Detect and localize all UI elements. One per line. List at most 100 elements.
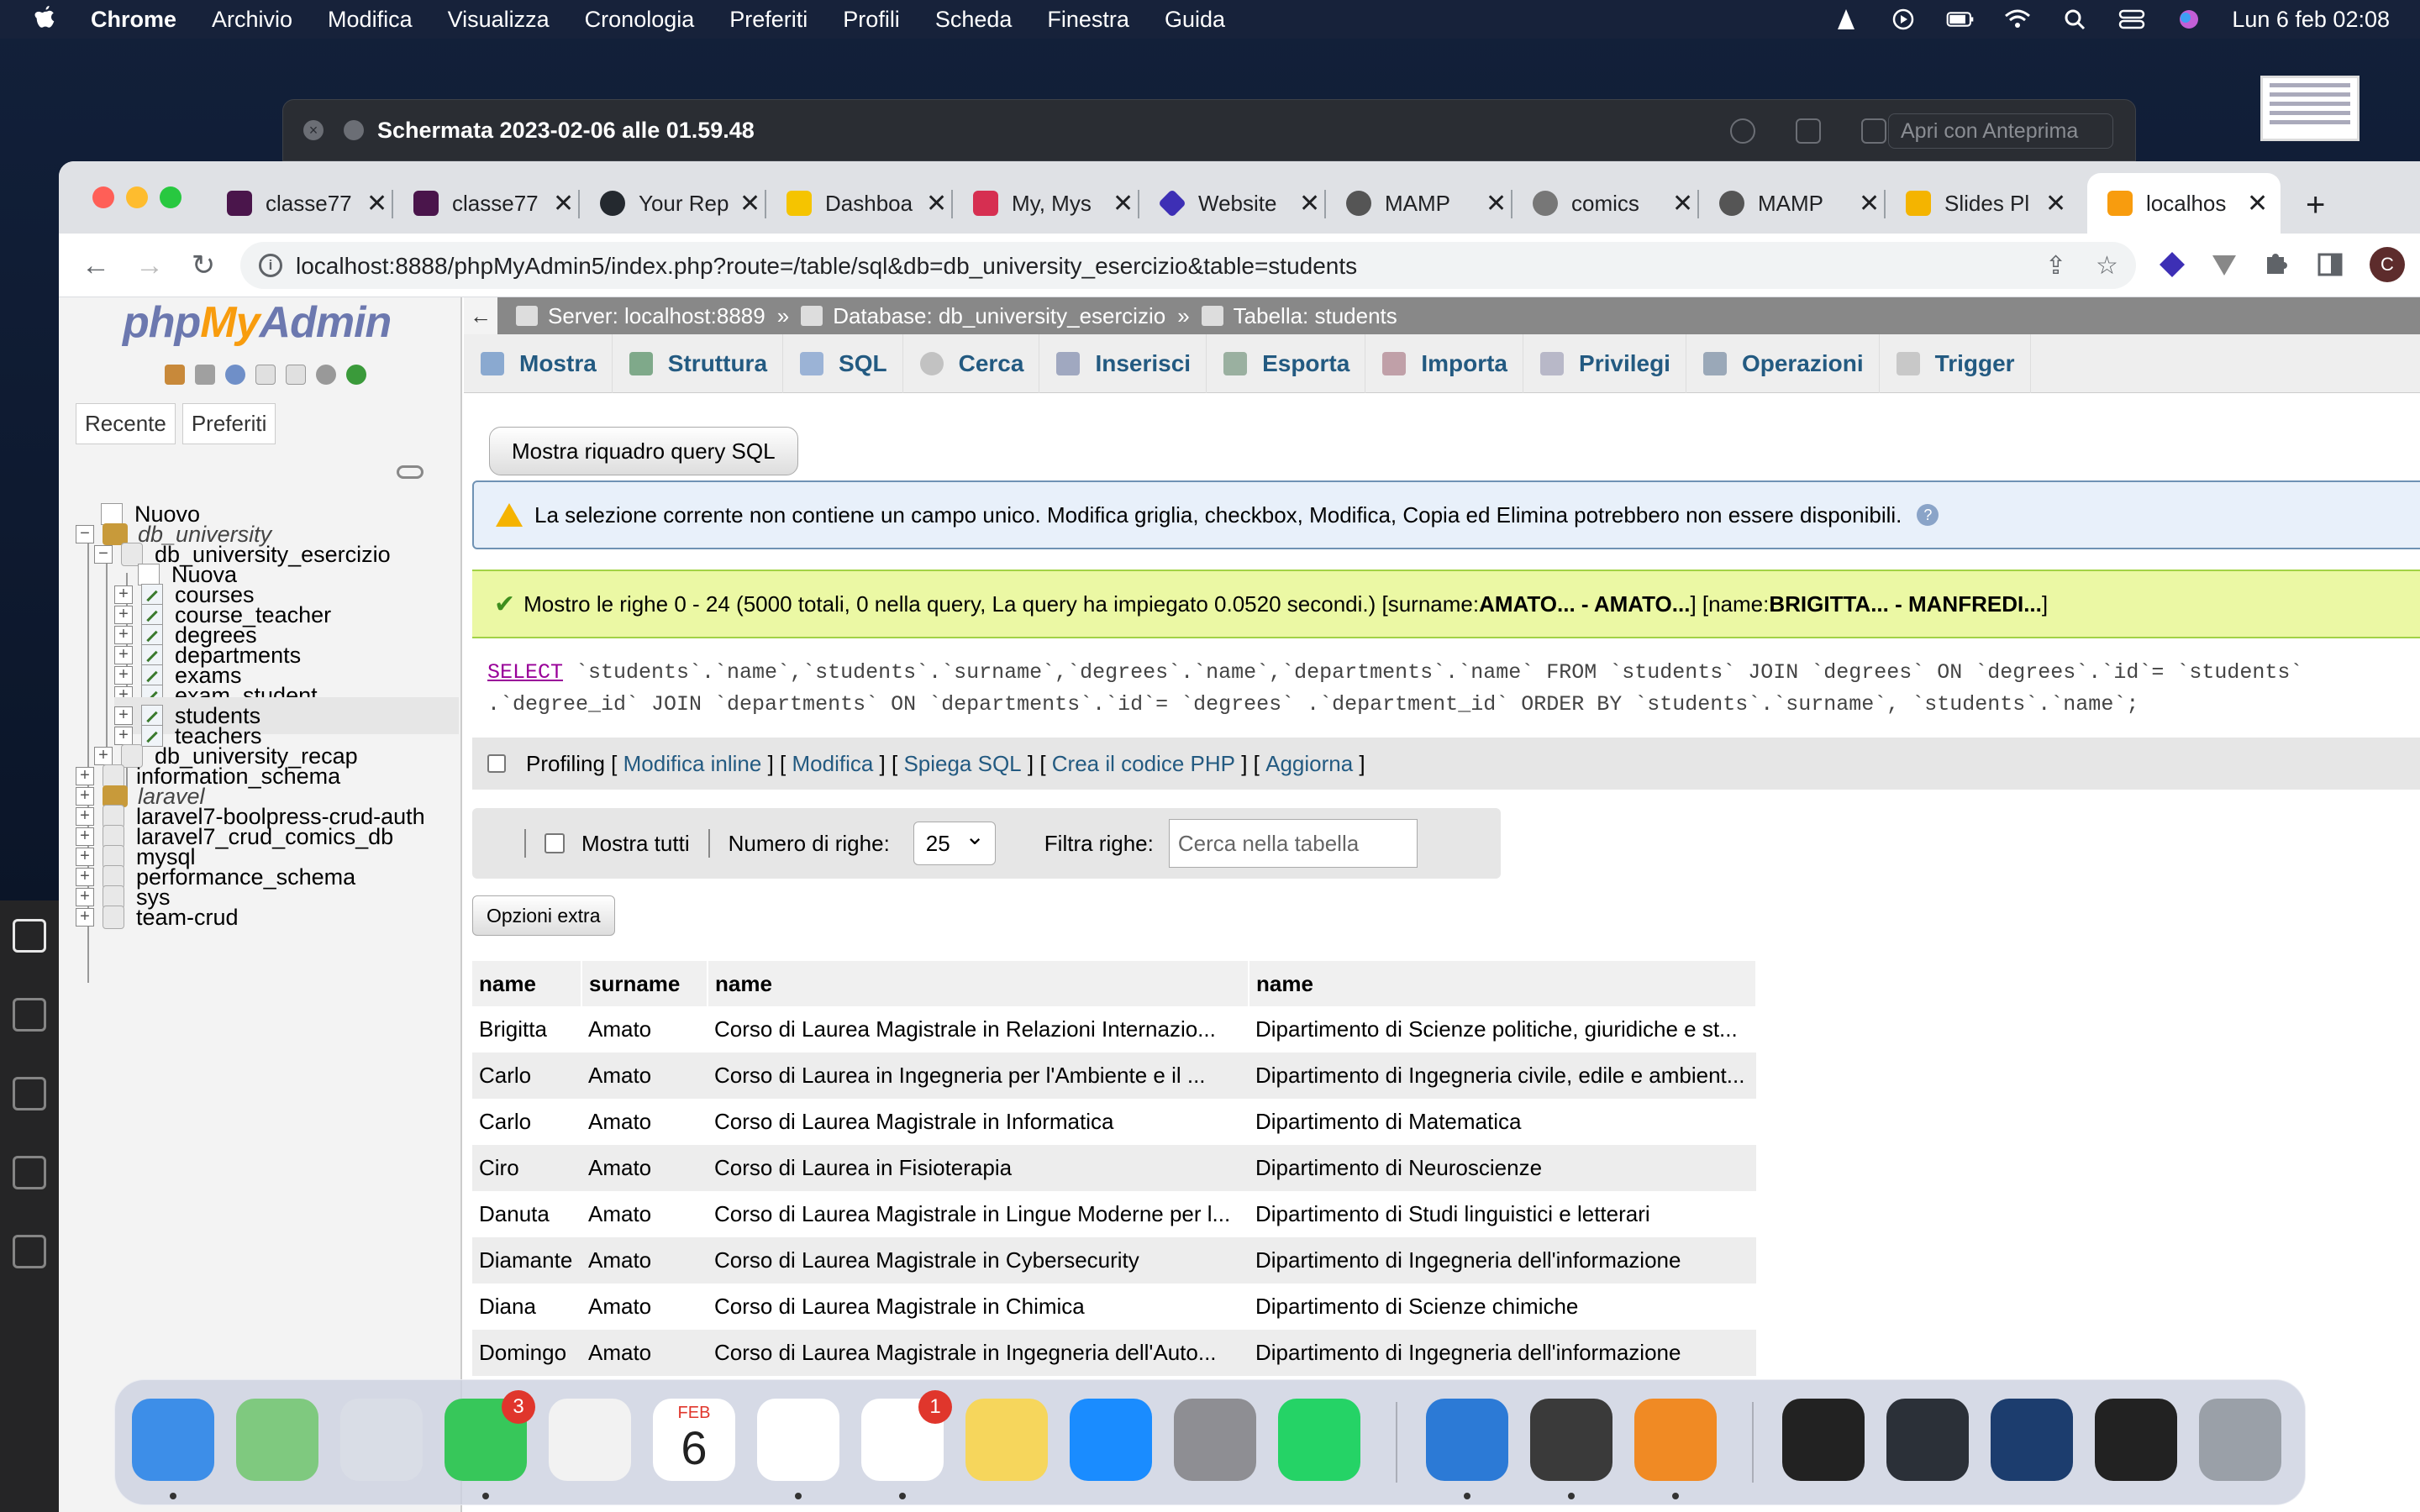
collapse-icon[interactable]: − [76,525,94,543]
close-window-button[interactable] [92,186,114,208]
refresh-link[interactable]: Aggiorna [1265,751,1353,777]
favorites-tab[interactable]: Preferiti [182,403,276,444]
help-icon[interactable] [225,365,245,385]
profile-avatar[interactable]: C [2370,247,2405,282]
tab-mostra[interactable]: Mostra [464,333,613,393]
finder-app[interactable] [132,1399,214,1499]
maps-app[interactable] [236,1399,318,1481]
profiling-checkbox[interactable] [487,754,506,773]
tab-struttura[interactable]: Struttura [613,333,784,393]
tree-db-team-crud[interactable]: + team-crud [76,899,239,936]
tab-mamp-2[interactable]: MAMP ✕ [1699,173,1886,234]
battery-icon[interactable] [1946,8,1975,30]
table-row[interactable]: Brigitta Amato Corso di Laurea Magistrale … [472,1006,1756,1053]
table-row[interactable]: Ciro Amato Corso di Laurea in Fisioterapia… [472,1145,1756,1191]
app-store-app[interactable] [1070,1399,1152,1481]
sql-docs-icon[interactable] [286,365,306,385]
close-tab-icon[interactable]: ✕ [2247,189,2268,218]
tab-my[interactable]: My, Mys ✕ [953,173,1139,234]
address-bar[interactable]: i localhost:8888/phpMyAdmin5/index.php?r… [240,242,2136,289]
vlc-app[interactable] [1634,1399,1717,1499]
tab-mamp-1[interactable]: MAMP ✕ [1326,173,1512,234]
logout-icon[interactable] [195,365,215,385]
close-tab-icon[interactable]: ✕ [2045,189,2066,218]
side-panel-icon[interactable] [2316,250,2344,279]
window-1[interactable] [1886,1399,1969,1481]
table-row[interactable]: Carlo Amato Corso di Laurea in Ingegneria … [472,1053,1756,1099]
zoom-window-button[interactable] [160,186,182,208]
close-tab-icon[interactable]: ✕ [1672,189,1693,218]
menu-finestra[interactable]: Finestra [1047,7,1129,33]
column-header-degree-name[interactable]: name [708,961,1249,1006]
filter-rows-input[interactable]: Cerca nella tabella [1168,819,1418,868]
share-icon[interactable] [1861,118,1886,144]
close-tab-icon[interactable]: ✕ [926,189,947,218]
site-info-icon[interactable]: i [259,254,282,277]
launchpad-app[interactable] [340,1399,423,1481]
messages-app[interactable]: 3 [445,1390,535,1499]
sql-query-display[interactable]: SELECT `students`.`name`,`students`.`sur… [472,642,2420,734]
sql-keyword[interactable]: SELECT [487,660,563,685]
close-tab-icon[interactable]: ✕ [1859,189,1880,218]
source-control-icon[interactable] [13,1077,46,1110]
column-header-name[interactable]: name [472,961,582,1006]
tab-sql[interactable]: SQL [783,333,903,393]
settings-gear-icon[interactable] [316,365,336,385]
explain-sql-link[interactable]: Spiega SQL [903,751,1021,777]
play-status-icon[interactable] [1889,8,1918,30]
edit-link[interactable]: Modifica [792,751,873,777]
tab-operazioni[interactable]: Operazioni [1686,333,1880,393]
whatsapp-app[interactable] [1278,1399,1360,1481]
notes-app[interactable] [965,1399,1048,1481]
close-tab-icon[interactable]: ✕ [1113,189,1134,218]
chrome-app[interactable] [757,1399,839,1499]
explorer-icon[interactable] [13,919,46,953]
tab-github[interactable]: Your Rep ✕ [580,173,766,234]
menu-guida[interactable]: Guida [1165,7,1225,33]
reload-icon[interactable]: ↻ [187,249,220,282]
menu-cronologia[interactable]: Cronologia [585,7,695,33]
tab-slack-1[interactable]: classe77 ✕ [207,173,393,234]
vscode-app[interactable] [1426,1399,1508,1499]
close-tab-icon[interactable]: ✕ [553,189,574,218]
calendar-app[interactable]: FEB 6 [653,1399,735,1481]
control-center-icon[interactable] [2118,8,2146,30]
table-row[interactable]: Carlo Amato Corso di Laurea Magistrale in … [472,1099,1756,1145]
extension-v-icon[interactable] [2210,250,2238,279]
menu-app-name[interactable]: Chrome [91,7,176,33]
table-row[interactable]: Domingo Amato Corso di Laurea Magistrale i… [472,1330,1756,1376]
edit-inline-link[interactable]: Modifica inline [623,751,762,777]
markup-icon[interactable] [1730,118,1755,144]
debug-icon[interactable] [13,1156,46,1189]
extensions-icon[interactable] [13,1235,46,1268]
back-icon[interactable]: ← [79,249,113,282]
menu-scheda[interactable]: Scheda [935,7,1013,33]
close-tab-icon[interactable]: ✕ [1299,189,1320,218]
window-3[interactable] [2095,1399,2177,1481]
reload-nav-icon[interactable] [346,365,366,385]
tab-website[interactable]: Website ✕ [1139,173,1326,234]
collapse-icon[interactable]: − [94,545,113,564]
tab-cerca[interactable]: Cerca [903,333,1040,393]
rotate-icon[interactable] [1796,118,1821,144]
tab-slides[interactable]: Slides Pl ✕ [1886,173,2072,234]
help-icon[interactable]: ? [1917,504,1939,526]
wifi-icon[interactable] [2003,8,2032,30]
menu-modifica[interactable]: Modifica [328,7,413,33]
column-header-department-name[interactable]: name [1249,961,1757,1006]
mamp-app[interactable] [1530,1399,1612,1499]
table-row[interactable]: Danuta Amato Corso di Laurea Magistrale in… [472,1191,1756,1237]
tab-trigger[interactable]: Trigger [1880,333,2031,393]
forward-icon[interactable]: → [133,249,166,282]
photos-app[interactable] [549,1399,631,1481]
system-settings-app[interactable] [1174,1399,1256,1481]
apple-icon[interactable] [34,6,57,33]
create-php-link[interactable]: Crea il codice PHP [1052,751,1235,777]
trash-app[interactable] [2199,1399,2281,1481]
home-icon[interactable] [165,365,185,385]
show-all-checkbox[interactable] [544,833,565,853]
minimize-icon[interactable] [344,120,364,140]
collapse-nav-icon[interactable]: ← [464,297,497,334]
breadcrumb-table[interactable]: Tabella: students [1234,303,1397,329]
window-2[interactable] [1991,1399,2073,1481]
